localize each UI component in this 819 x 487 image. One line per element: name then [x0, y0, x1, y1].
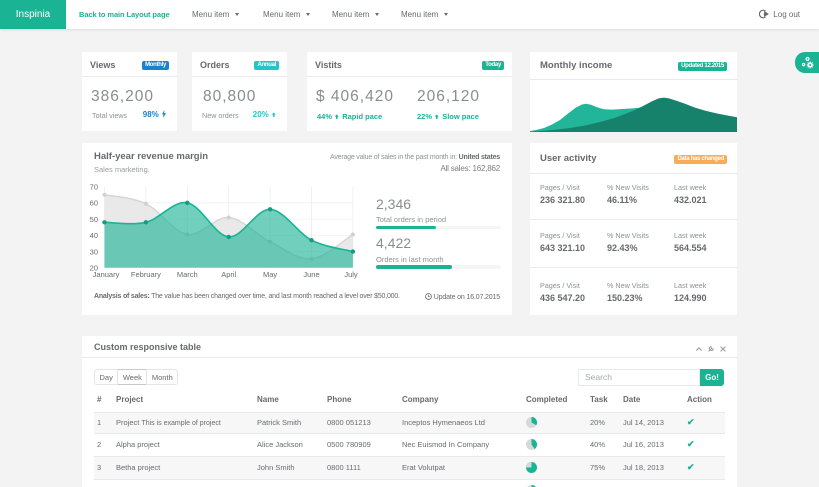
svg-text:March: March	[177, 270, 198, 279]
svg-text:February: February	[131, 270, 161, 279]
svg-text:40: 40	[90, 231, 98, 240]
svg-text:30: 30	[90, 247, 98, 256]
svg-text:January: January	[93, 270, 120, 279]
svg-text:50: 50	[90, 215, 98, 224]
svg-text:60: 60	[90, 199, 98, 208]
svg-text:May: May	[263, 270, 277, 279]
svg-text:July: July	[344, 270, 358, 279]
svg-text:70: 70	[90, 182, 98, 191]
svg-text:June: June	[303, 270, 319, 279]
svg-text:April: April	[221, 270, 236, 279]
